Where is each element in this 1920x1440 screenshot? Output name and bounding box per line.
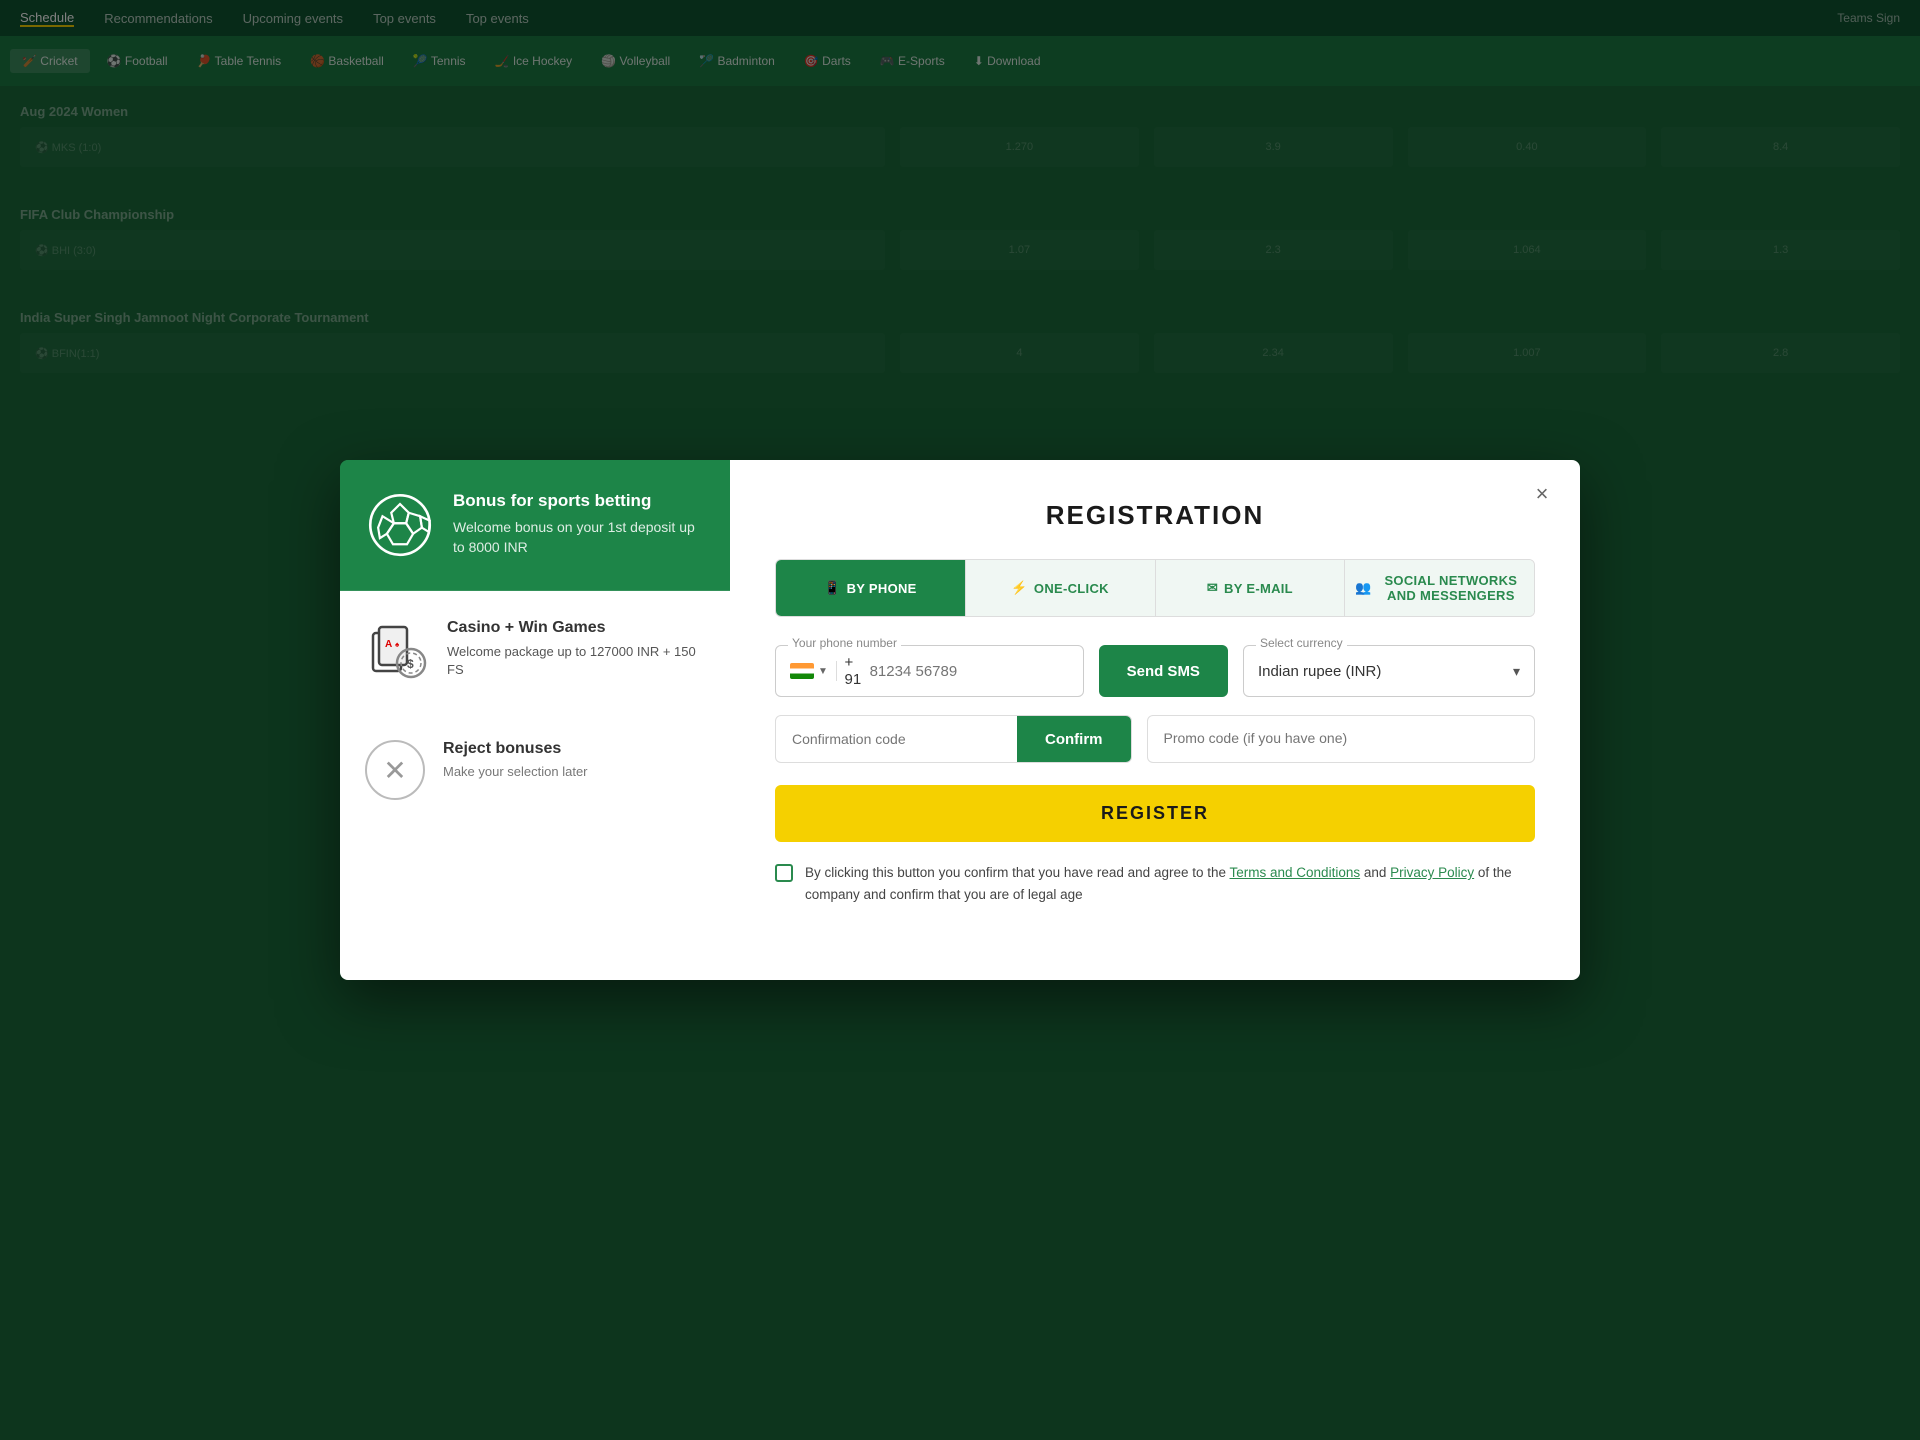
bonus-left-panel: Bonus for sports betting Welcome bonus o… [340,460,730,980]
flag-chevron-icon: ▼ [818,666,828,677]
phone-divider [836,661,837,681]
sports-bonus-title: Bonus for sports betting [453,490,705,512]
register-button[interactable]: REGISTER [775,785,1535,842]
registration-modal: Bonus for sports betting Welcome bonus o… [340,460,1580,980]
email-tab-icon: ✉ [1207,580,1218,596]
confirmation-promo-row: Confirm [775,715,1535,763]
tab-one-click[interactable]: ⚡ ONE-CLICK [966,560,1156,616]
registration-title: REGISTRATION [775,500,1535,531]
casino-bonus-description: Welcome package up to 127000 INR + 150 F… [447,643,705,679]
send-sms-button[interactable]: Send SMS [1099,645,1228,697]
confirm-button[interactable]: Confirm [1017,716,1131,762]
tab-social[interactable]: 👥 SOCIAL NETWORKS AND MESSENGERS [1345,560,1534,616]
privacy-policy-link[interactable]: Privacy Policy [1390,865,1474,880]
social-tab-label: SOCIAL NETWORKS AND MESSENGERS [1378,573,1524,603]
registration-form-panel: × REGISTRATION 📱 BY PHONE ⚡ ONE-CLICK ✉ … [730,460,1580,980]
reject-description: Make your selection later [443,764,588,779]
close-button[interactable]: × [1526,478,1558,510]
phone-input[interactable] [870,663,1069,680]
sports-bonus-card[interactable]: Bonus for sports betting Welcome bonus o… [340,460,730,591]
casino-bonus-title: Casino + Win Games [447,619,705,637]
phone-tab-icon: 📱 [824,580,841,596]
casino-bonus-icon: A ♠ $ [365,619,429,683]
phone-field-wrapper: Your phone number ▼ + 91 [775,645,1084,697]
reject-info: Reject bonuses Make your selection later [443,740,588,779]
currency-chevron-icon: ▾ [1513,663,1520,680]
india-flag-icon [790,663,814,679]
casino-bonus-info: Casino + Win Games Welcome package up to… [447,619,705,679]
terms-text-middle: and [1360,865,1390,880]
sports-bonus-description: Welcome bonus on your 1st deposit up to … [453,518,705,557]
registration-tabs: 📱 BY PHONE ⚡ ONE-CLICK ✉ BY E-MAIL 👥 SOC… [775,559,1535,617]
sports-bonus-info: Bonus for sports betting Welcome bonus o… [453,490,705,557]
svg-text:$: $ [407,657,414,671]
reject-bonuses-card[interactable]: ✕ Reject bonuses Make your selection lat… [340,712,730,980]
email-tab-label: BY E-MAIL [1224,581,1293,596]
promo-code-input[interactable] [1164,730,1519,746]
social-tab-icon: 👥 [1355,580,1372,596]
terms-text: By clicking this button you confirm that… [805,862,1535,905]
football-bonus-icon [365,490,435,560]
currency-selector[interactable]: Select currency Indian rupee (INR) ▾ [1243,645,1535,697]
confirmation-wrapper: Confirm [775,715,1132,763]
currency-field-label: Select currency [1256,636,1347,650]
phone-tab-label: BY PHONE [847,581,917,596]
flag-selector[interactable]: ▼ [790,663,828,679]
terms-checkbox[interactable] [775,864,793,882]
modal-overlay: Bonus for sports betting Welcome bonus o… [0,0,1920,1440]
currency-value: Indian rupee (INR) [1258,663,1381,680]
phone-currency-row: Your phone number ▼ + 91 Send SMS Select… [775,645,1535,697]
terms-and-conditions-link[interactable]: Terms and Conditions [1230,865,1361,880]
casino-bonus-card[interactable]: A ♠ $ Casino + Win Games Welcome package… [340,591,730,712]
terms-text-before: By clicking this button you confirm that… [805,865,1230,880]
phone-field-label: Your phone number [788,636,901,650]
confirmation-code-input[interactable] [776,716,1017,762]
svg-text:A: A [385,639,392,650]
oneclick-tab-label: ONE-CLICK [1034,581,1109,596]
country-code: + 91 [844,654,861,688]
tab-by-email[interactable]: ✉ BY E-MAIL [1156,560,1346,616]
tab-by-phone[interactable]: 📱 BY PHONE [776,560,966,616]
terms-row: By clicking this button you confirm that… [775,862,1535,905]
oneclick-tab-icon: ⚡ [1011,580,1028,596]
reject-title: Reject bonuses [443,740,588,758]
promo-wrapper [1147,715,1536,763]
reject-icon: ✕ [365,740,425,800]
